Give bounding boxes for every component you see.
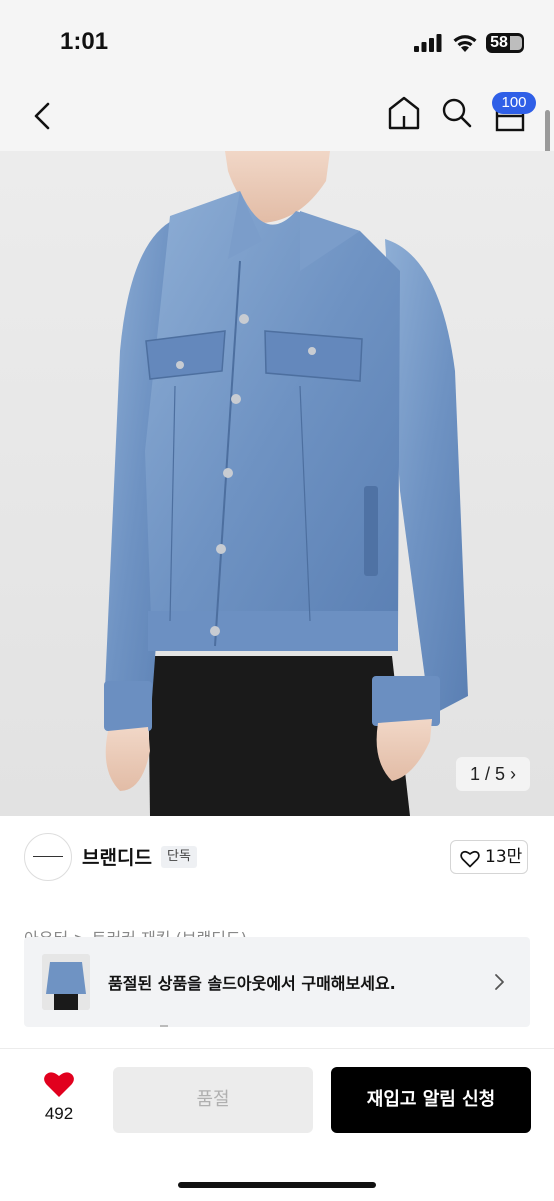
chevron-right-icon: › bbox=[510, 764, 517, 784]
soldout-button: 품절 bbox=[113, 1067, 313, 1133]
heart-filled-icon bbox=[44, 1072, 74, 1097]
wishlist-button[interactable]: 492 bbox=[30, 1069, 90, 1129]
battery-level: 58 bbox=[490, 34, 508, 51]
top-nav: 100 bbox=[0, 86, 554, 151]
search-icon[interactable] bbox=[440, 94, 474, 132]
back-chevron-icon[interactable] bbox=[28, 96, 58, 136]
battery-icon: 58 bbox=[486, 33, 524, 53]
exclusive-tag: 단독 bbox=[161, 846, 197, 868]
banner-text: 품절된 상품을 솔드아웃에서 구매해보세요. bbox=[108, 974, 396, 993]
restock-alert-button[interactable]: 재입고 알림 신청 bbox=[331, 1067, 531, 1133]
home-icon[interactable] bbox=[386, 94, 422, 132]
brand-name[interactable]: 브랜디드 bbox=[82, 843, 152, 870]
bottom-action-bar: 492 품절 재입고 알림 신청 bbox=[0, 1048, 554, 1201]
signal-icon bbox=[414, 34, 442, 52]
status-time: 1:01 bbox=[60, 28, 109, 55]
wifi-icon bbox=[453, 35, 477, 52]
brand-like-count: 13만 bbox=[485, 847, 523, 867]
brand-logo[interactable] bbox=[24, 833, 72, 881]
product-image bbox=[0, 151, 554, 816]
status-bar: 1:01 58 bbox=[0, 0, 554, 86]
divider-fragment bbox=[160, 1025, 168, 1027]
chevron-right-icon bbox=[495, 974, 504, 990]
image-counter[interactable]: 1 / 5 › bbox=[456, 757, 530, 791]
brand-row: 브랜디드 단독 13만 bbox=[0, 816, 554, 900]
cart-count-badge: 100 bbox=[492, 92, 536, 114]
product-image-gallery[interactable]: 1 / 5 › bbox=[0, 151, 554, 816]
home-indicator bbox=[178, 1182, 376, 1188]
wishlist-count: 492 bbox=[44, 1104, 74, 1123]
image-counter-text: 1 / 5 bbox=[469, 764, 505, 784]
banner-product-thumbnail bbox=[42, 954, 90, 1010]
brand-like-button[interactable]: 13만 bbox=[450, 840, 528, 874]
heart-outline-icon bbox=[460, 850, 480, 868]
soldout-suggestion-banner[interactable]: 품절된 상품을 솔드아웃에서 구매해보세요. bbox=[24, 937, 530, 1027]
